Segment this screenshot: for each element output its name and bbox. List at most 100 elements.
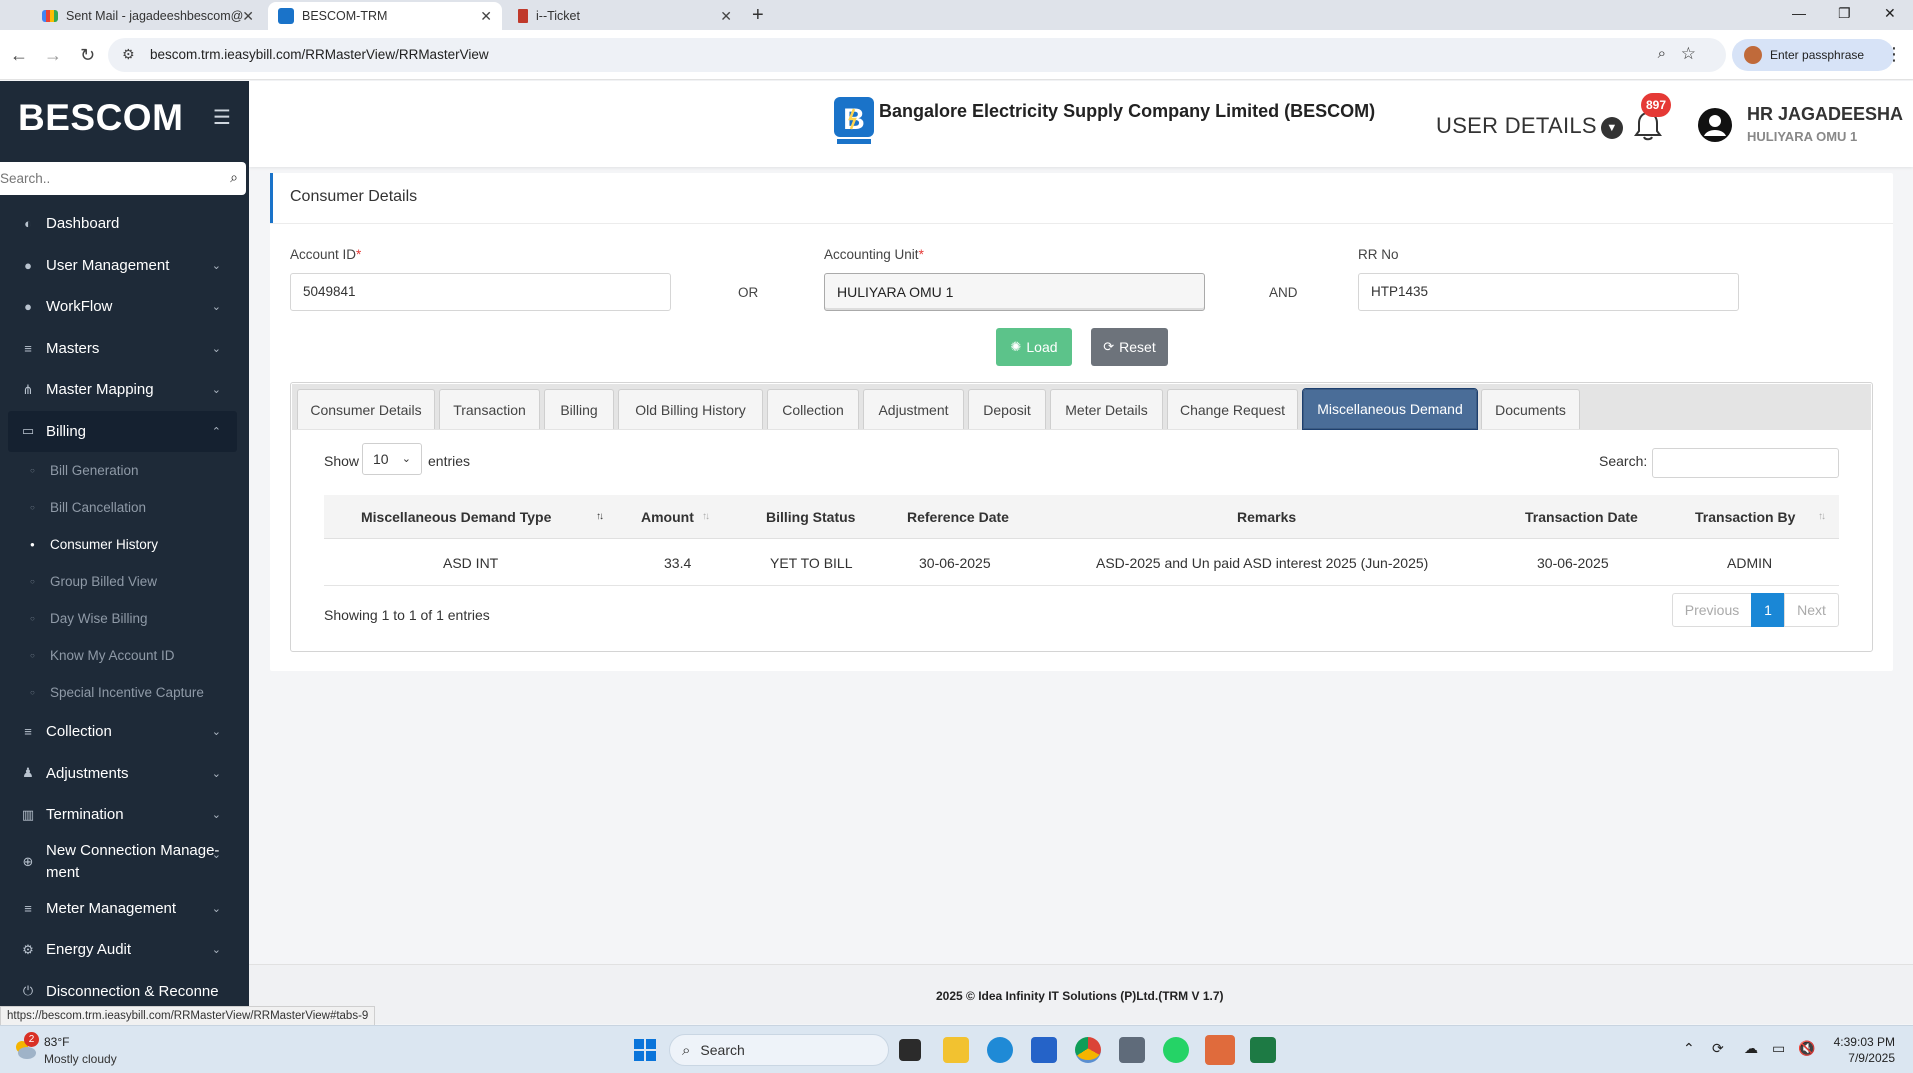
task-view-icon[interactable]	[899, 1039, 921, 1061]
browser-tab-bescom[interactable]: BESCOM-TRM ✕	[268, 2, 502, 30]
table-search-input[interactable]	[1652, 448, 1839, 478]
speaker-muted-icon[interactable]: 🔇	[1798, 1040, 1815, 1057]
tab-consumer-details[interactable]: Consumer Details	[297, 389, 435, 429]
sidebar-item-workflow[interactable]: ● WorkFlow ⌄	[0, 286, 249, 328]
excel-icon[interactable]	[1250, 1037, 1276, 1063]
window-close-icon[interactable]: ✕	[1884, 5, 1896, 22]
sidebar-item-masters[interactable]: ≡ Masters ⌄	[0, 328, 249, 370]
page-size-select[interactable]: 10 ⌄	[362, 443, 422, 475]
sidebar-item-billing[interactable]: ▭ Billing ⌃	[8, 410, 237, 452]
hamburger-menu-icon[interactable]: ☰	[213, 105, 231, 130]
sidebar-item-collection[interactable]: ≡ Collection ⌄	[0, 711, 249, 753]
back-icon[interactable]: ←	[10, 45, 28, 66]
tab-billing[interactable]: Billing	[544, 389, 614, 429]
whatsapp-icon[interactable]	[1163, 1037, 1189, 1063]
reload-icon[interactable]: ↻	[80, 45, 95, 66]
bookmark-star-icon[interactable]: ☆	[1681, 44, 1696, 64]
page-1-button[interactable]: 1	[1751, 593, 1785, 627]
tab-documents[interactable]: Documents	[1481, 389, 1580, 429]
sidebar-search: ⌕	[0, 162, 246, 195]
sort-icon[interactable]: ↑↓	[596, 511, 604, 522]
column-header-transaction-date[interactable]: Transaction Date	[1525, 509, 1638, 525]
next-page-button[interactable]: Next	[1784, 593, 1839, 627]
windows-start-icon[interactable]	[632, 1037, 658, 1063]
zoom-icon[interactable]: ⌕	[1658, 45, 1666, 62]
list-icon: ≡	[24, 724, 32, 740]
browser-menu-icon[interactable]: ⋮	[1885, 44, 1903, 65]
sidebar-subitem-group-billed-view[interactable]: ○ Group Billed View	[0, 563, 249, 600]
cell-amount: 33.4	[664, 555, 692, 571]
tab-old-billing-history[interactable]: Old Billing History	[618, 389, 763, 429]
tab-miscellaneous-demand[interactable]: Miscellaneous Demand	[1302, 388, 1478, 430]
column-header-demand-type[interactable]: Miscellaneous Demand Type	[361, 509, 551, 525]
url-text[interactable]: bescom.trm.ieasybill.com/RRMasterView/RR…	[150, 47, 489, 62]
account-id-label-text: Account ID	[290, 247, 357, 262]
chrome-icon[interactable]	[1075, 1037, 1101, 1063]
search-icon[interactable]: ⌕	[230, 169, 238, 186]
tab-transaction[interactable]: Transaction	[439, 389, 540, 429]
sidebar-item-user-management[interactable]: ● User Management ⌄	[0, 245, 249, 287]
sidebar-item-new-connection-management[interactable]: ⊕ New Connection Manage-ment ⌄	[0, 836, 249, 888]
tab-collection[interactable]: Collection	[767, 389, 859, 429]
column-header-reference-date[interactable]: Reference Date	[907, 509, 1009, 525]
monitor-icon[interactable]: ▭	[1772, 1040, 1785, 1057]
sidebar-subitem-bill-generation[interactable]: ○ Bill Generation	[0, 452, 249, 489]
sidebar-item-termination[interactable]: ▥ Termination ⌄	[0, 794, 249, 836]
minimize-icon[interactable]: —	[1792, 5, 1806, 21]
close-icon[interactable]: ✕	[720, 8, 732, 25]
calculator-icon[interactable]	[1119, 1037, 1145, 1063]
column-header-billing-status[interactable]: Billing Status	[766, 509, 855, 525]
store-icon[interactable]	[1031, 1037, 1057, 1063]
user-details-dropdown[interactable]: USER DETAILS ▼	[1436, 113, 1623, 139]
browser-tab-gmail[interactable]: Sent Mail - jagadeeshbescom@ ✕	[32, 2, 264, 30]
sidebar-subitem-special-incentive-capture[interactable]: ○ Special Incentive Capture	[0, 674, 249, 711]
account-id-input[interactable]: 5049841	[290, 273, 671, 311]
edge-browser-icon[interactable]	[987, 1037, 1013, 1063]
sidebar-item-energy-audit[interactable]: ⚙ Energy Audit ⌄	[0, 929, 249, 971]
chevron-up-icon[interactable]: ⌃	[1683, 1040, 1695, 1057]
cloud-icon[interactable]: ☁	[1744, 1040, 1758, 1057]
sidebar-search-input[interactable]	[0, 162, 210, 195]
reset-button[interactable]: ⟳ Reset	[1091, 328, 1168, 366]
previous-page-button[interactable]: Previous	[1672, 593, 1752, 627]
users-icon: ♟	[22, 765, 34, 781]
browser-tab-iticket[interactable]: i--Ticket ✕	[508, 2, 742, 30]
sidebar-item-master-mapping[interactable]: ⋔ Master Mapping ⌄	[0, 369, 249, 411]
column-header-remarks[interactable]: Remarks	[1237, 509, 1296, 525]
load-button[interactable]: ✺ Load	[996, 328, 1072, 366]
sidebar-subitem-consumer-history[interactable]: ● Consumer History	[0, 526, 249, 563]
taskbar-search[interactable]: ⌕ Search	[669, 1034, 889, 1066]
accounting-unit-select[interactable]: HULIYARA OMU 1	[824, 273, 1205, 311]
sync-icon[interactable]: ⟳	[1712, 1040, 1724, 1057]
sort-icon[interactable]: ↑↓	[1818, 511, 1826, 522]
sidebar-subitem-day-wise-billing[interactable]: ○ Day Wise Billing	[0, 600, 249, 637]
chevron-down-icon: ⌄	[211, 809, 221, 822]
sidebar-item-meter-management[interactable]: ≡ Meter Management ⌄	[0, 888, 249, 930]
iticket-favicon-icon	[518, 9, 528, 23]
sidebar-subitem-bill-cancellation[interactable]: ○ Bill Cancellation	[0, 489, 249, 526]
file-explorer-icon[interactable]	[943, 1037, 969, 1063]
avatar-icon[interactable]	[1697, 107, 1733, 143]
close-icon[interactable]: ✕	[242, 8, 254, 25]
sidebar-item-adjustments[interactable]: ♟ Adjustments ⌄	[0, 753, 249, 795]
tab-deposit[interactable]: Deposit	[968, 389, 1046, 429]
profile-passphrase-button[interactable]: Enter passphrase	[1732, 39, 1894, 71]
tab-change-request[interactable]: Change Request	[1167, 389, 1298, 429]
tab-meter-details[interactable]: Meter Details	[1050, 389, 1163, 429]
rr-no-input[interactable]: HTP1435	[1358, 273, 1739, 311]
column-header-amount[interactable]: Amount	[641, 509, 694, 525]
restore-icon[interactable]: ❐	[1838, 5, 1851, 22]
sidebar-subitem-know-my-account-id[interactable]: ○ Know My Account ID	[0, 637, 249, 674]
tab-adjustment[interactable]: Adjustment	[863, 389, 964, 429]
sidebar-brand[interactable]: BESCOM	[18, 97, 183, 139]
forward-icon[interactable]: →	[44, 45, 62, 66]
new-tab-icon[interactable]: +	[752, 4, 764, 27]
column-header-transaction-by[interactable]: Transaction By	[1695, 509, 1795, 525]
close-icon[interactable]: ✕	[480, 8, 492, 25]
app-icon[interactable]	[1205, 1035, 1235, 1065]
taskbar-clock[interactable]: 4:39:03 PM 7/9/2025	[1815, 1034, 1895, 1066]
site-info-icon[interactable]: ⚙	[122, 46, 135, 63]
sort-icon[interactable]: ↑↓	[702, 511, 710, 522]
omnibox[interactable]: ⚙ bescom.trm.ieasybill.com/RRMasterView/…	[108, 38, 1726, 72]
sidebar-item-dashboard[interactable]: ◐ Dashboard	[0, 203, 249, 245]
